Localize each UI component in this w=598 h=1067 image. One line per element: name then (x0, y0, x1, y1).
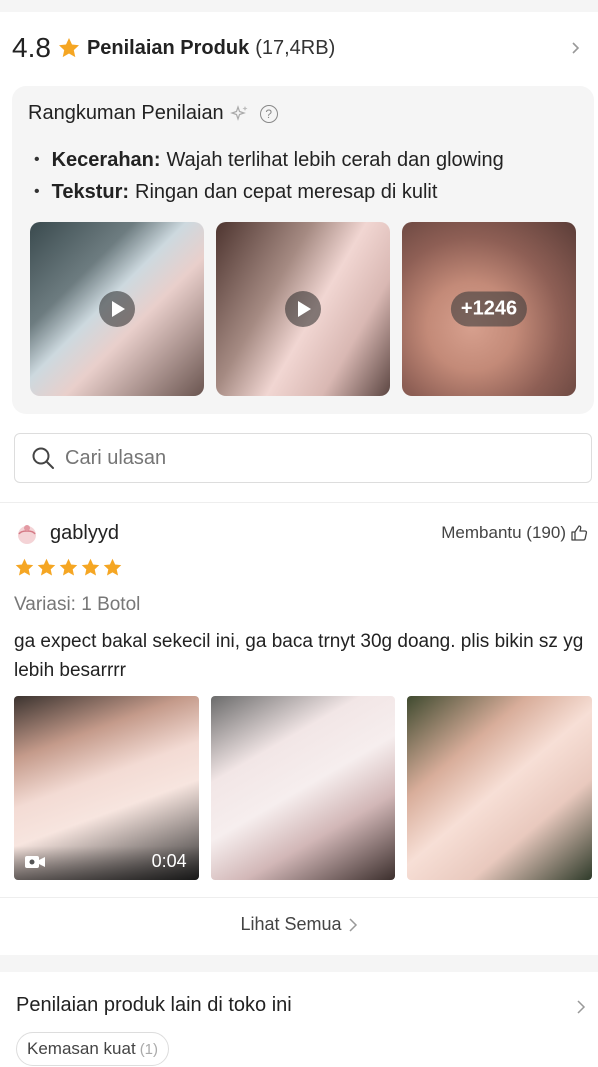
thumbs-up-icon (571, 525, 588, 541)
review-header: gablyyd Membantu (190) (14, 519, 592, 547)
more-media-badge: +1246 (450, 291, 528, 327)
search-icon (32, 447, 54, 469)
play-icon (99, 291, 135, 327)
summary-item-label: Kecerahan: (51, 148, 161, 171)
review-search-box[interactable] (14, 433, 592, 483)
summary-item: • Kecerahan: Wajah terlihat lebih cerah … (34, 144, 504, 176)
summary-item: • Tekstur: Ringan dan cepat meresap di k… (34, 176, 504, 208)
bullet-icon: • (34, 183, 40, 200)
rating-count: (17,4RB) (255, 36, 336, 59)
summary-item-label: Tekstur: (51, 180, 130, 203)
top-strip (0, 0, 598, 12)
review-username: gablyyd (50, 521, 119, 544)
video-duration: 0:04 (151, 851, 187, 871)
media-thumbnail-more[interactable]: +1246 (402, 222, 576, 396)
review-media-row: 0:04 (14, 696, 593, 880)
chevron-right-icon[interactable] (570, 42, 582, 54)
see-all-label: Lihat Semua (240, 914, 342, 934)
helpful-button[interactable]: Membantu (190) (441, 523, 588, 543)
divider (0, 897, 598, 898)
summary-item-text: Ringan dan cepat meresap di kulit (135, 180, 438, 203)
see-all-link[interactable]: Lihat Semua (0, 914, 598, 935)
star-icon (15, 558, 34, 576)
summary-list: • Kecerahan: Wajah terlihat lebih cerah … (34, 144, 504, 208)
review-tag-count: (1) (139, 1040, 159, 1058)
star-icon (81, 558, 100, 576)
chevron-right-icon (349, 917, 357, 932)
summary-item-text: Wajah terlihat lebih cerah dan glowing (166, 148, 504, 171)
other-reviews-card: Penilaian produk lain di toko ini Kemasa… (0, 972, 598, 1067)
sparkle-icon (229, 104, 248, 121)
search-input[interactable] (65, 446, 545, 470)
video-camera-icon (25, 856, 45, 868)
review-video-thumbnail[interactable]: 0:04 (14, 696, 199, 880)
review-text: ga expect bakal sekecil ini, ga baca trn… (14, 631, 584, 681)
chevron-right-icon[interactable] (576, 1000, 586, 1014)
review-image-thumbnail[interactable] (210, 696, 396, 880)
rating-title: Penilaian Produk (86, 36, 250, 59)
helpful-label: Membantu (190) (441, 523, 566, 542)
media-thumbnail-video[interactable] (30, 222, 204, 396)
avatar[interactable] (14, 520, 40, 546)
review-tag[interactable]: Kemasan kuat (1) (16, 1032, 170, 1066)
review-image-thumbnail[interactable] (407, 696, 593, 880)
rating-header[interactable]: 4.8 Penilaian Produk (17,4RB) (12, 30, 592, 66)
play-icon (285, 291, 321, 327)
media-thumbnail-video[interactable] (216, 222, 390, 396)
star-icon (103, 558, 122, 576)
rating-score: 4.8 (12, 32, 51, 63)
bullet-icon: • (34, 151, 40, 168)
other-reviews-title[interactable]: Penilaian produk lain di toko ini (16, 994, 292, 1017)
rating-summary: Rangkuman Penilaian ? • Kecerahan: Wajah… (12, 86, 594, 414)
summary-media-row: +1246 (30, 222, 576, 396)
summary-title-row: Rangkuman Penilaian ? (28, 102, 278, 125)
star-icon (58, 38, 79, 58)
star-icon (59, 558, 78, 576)
star-icon (37, 558, 56, 576)
summary-title: Rangkuman Penilaian (28, 102, 224, 124)
divider (0, 502, 598, 503)
review-variant: Variasi: 1 Botol (14, 594, 141, 615)
help-icon[interactable]: ? (259, 104, 278, 123)
review-stars (14, 557, 123, 578)
review-tag-label: Kemasan kuat (27, 1039, 136, 1058)
